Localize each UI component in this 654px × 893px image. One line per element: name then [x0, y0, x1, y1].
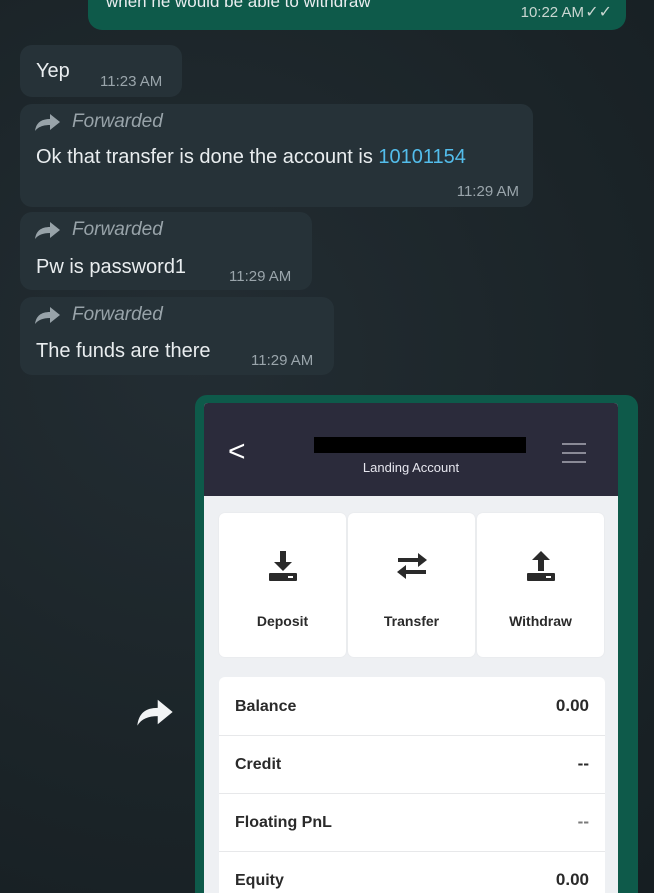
stat-row-floating-pnl: Floating PnL -- [219, 793, 605, 852]
download-tray-icon [219, 549, 346, 588]
transfer-arrows-icon [348, 549, 475, 588]
outgoing-message-bubble[interactable]: when he would be able to withdraw 10:22 … [88, 0, 626, 30]
message-time: 10:22 AM [520, 4, 584, 21]
incoming-message-bubble[interactable]: Forwarded The funds are there 11:29 AM [20, 297, 334, 375]
forward-share-icon[interactable] [136, 697, 174, 732]
account-number-link[interactable]: 10101154 [378, 146, 466, 168]
withdraw-action: Withdraw [477, 513, 604, 657]
forwarded-label: Forwarded [34, 304, 163, 326]
message-text: Pw is password1 [36, 256, 187, 278]
stat-row-balance: Balance 0.00 [219, 677, 605, 736]
deposit-action: Deposit [219, 513, 346, 657]
image-message-bubble[interactable]: < Landing Account Deposit Transfer Withd… [195, 395, 638, 893]
incoming-message-bubble[interactable]: Yep 11:23 AM [20, 45, 182, 97]
message-time: 11:29 AM [456, 183, 519, 200]
account-subtitle: Landing Account [362, 460, 460, 475]
upload-tray-icon [477, 549, 604, 588]
hamburger-menu-icon [562, 443, 586, 470]
forwarded-arrow-icon [35, 307, 60, 324]
incoming-message-bubble[interactable]: Forwarded Ok that transfer is done the a… [20, 104, 533, 207]
message-time: 11:29 AM [251, 352, 314, 369]
app-screenshot: < Landing Account Deposit Transfer Withd… [204, 403, 618, 893]
transfer-action: Transfer [348, 513, 475, 657]
app-header: < Landing Account [204, 403, 618, 496]
forwarded-arrow-icon [35, 222, 60, 239]
message-text: Yep [36, 60, 70, 82]
read-ticks-icon: ✓✓ [585, 4, 612, 21]
message-time: 11:23 AM [100, 73, 163, 90]
stat-row-equity: Equity 0.00 [219, 851, 605, 893]
message-text: The funds are there [36, 340, 211, 362]
message-text: Ok that transfer is done the account is … [36, 146, 466, 168]
incoming-message-bubble[interactable]: Forwarded Pw is password1 11:29 AM [20, 212, 312, 290]
redacted-title [314, 437, 526, 453]
message-time: 11:29 AM [229, 268, 292, 285]
forwarded-arrow-icon [35, 114, 60, 131]
forwarded-label: Forwarded [34, 219, 163, 241]
account-stats: Balance 0.00 Credit -- Floating PnL -- E… [219, 677, 605, 893]
account-actions: Deposit Transfer Withdraw [219, 513, 605, 657]
stat-row-credit: Credit -- [219, 735, 605, 794]
message-text: when he would be able to withdraw [106, 0, 371, 11]
forwarded-label: Forwarded [34, 111, 163, 133]
